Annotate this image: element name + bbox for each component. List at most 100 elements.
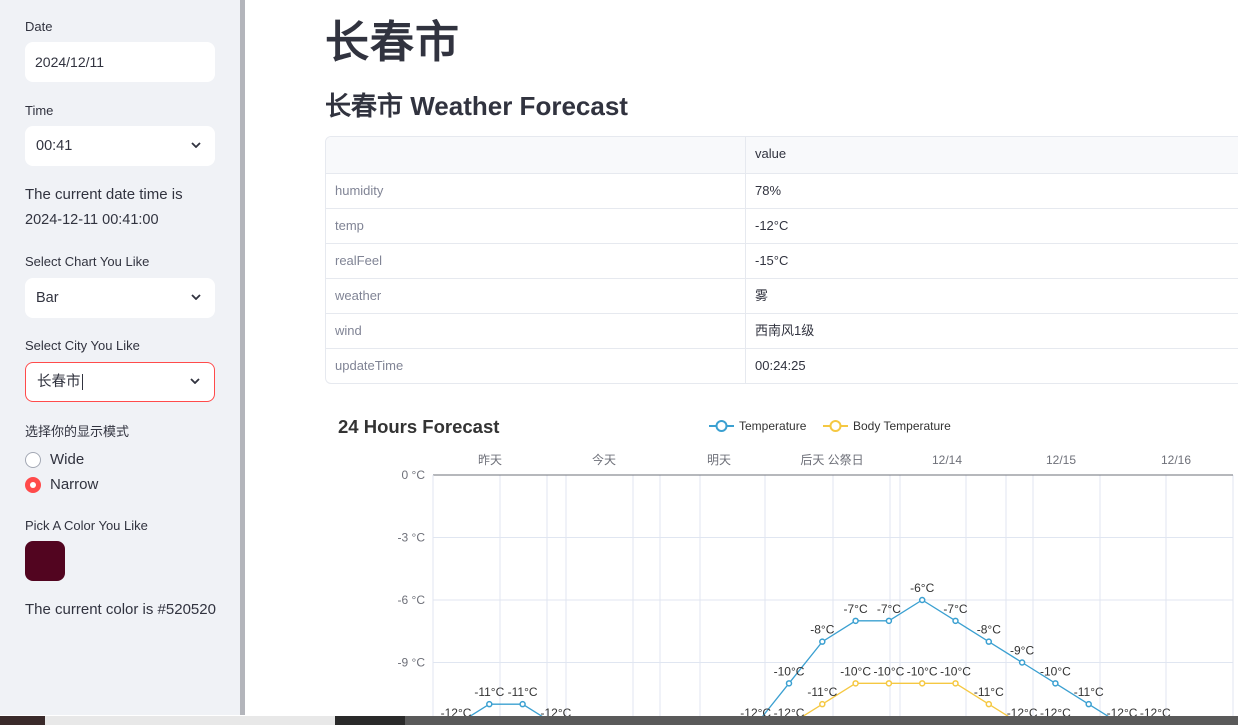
display-mode-label: 选择你的显示模式 <box>25 424 130 439</box>
x-top-tick-label: 明天 <box>707 453 731 467</box>
current-color-text: The current color is #520520 <box>25 601 216 618</box>
date-label: Date <box>25 19 53 34</box>
data-label: -12°C <box>774 706 805 716</box>
x-top-tick-label: 后天 公祭日 <box>800 453 863 467</box>
time-select[interactable]: 00:41 <box>25 126 215 166</box>
data-label: -10°C <box>940 664 971 678</box>
data-label: -12°C <box>441 706 472 716</box>
table-row: updateTime 00:24:25 <box>326 348 1238 383</box>
y-tick-label: -9 °C <box>398 656 426 670</box>
taskbar-window <box>45 716 335 725</box>
x-top-tick-label: 12/16 <box>1161 453 1191 467</box>
data-label: -10°C <box>840 664 871 678</box>
data-label: -11°C <box>974 685 1004 699</box>
date-input[interactable]: 2024/12/11 <box>25 42 215 82</box>
data-point <box>486 700 493 708</box>
y-tick-label: -6 °C <box>398 593 426 607</box>
chart-select[interactable]: Bar <box>25 278 215 318</box>
table-cell-key: humidity <box>326 174 746 208</box>
data-label: -12°C <box>740 706 771 716</box>
table-row: weather 雾 <box>326 278 1238 313</box>
city-select[interactable]: 长春市 <box>25 362 215 402</box>
datetime-text-line1: The current date time is <box>25 186 183 203</box>
taskbar-start <box>0 716 45 725</box>
table-cell-key: temp <box>326 209 746 243</box>
table-cell-key: wind <box>326 314 746 348</box>
series-line <box>469 599 1109 716</box>
radio-circle-selected <box>25 476 41 493</box>
legend-marker <box>715 420 728 432</box>
taskbar-item <box>335 716 405 725</box>
x-top-tick-label: 12/15 <box>1046 453 1076 467</box>
chevron-down-icon <box>191 142 201 148</box>
data-label: -11°C <box>807 685 837 699</box>
city-select-label: Select City You Like <box>25 338 140 353</box>
data-label: -7°C <box>877 602 901 616</box>
data-point <box>1085 700 1092 708</box>
radio-narrow-label: Narrow <box>50 476 99 493</box>
table-cell-key: weather <box>326 279 746 313</box>
data-point <box>985 700 993 708</box>
data-label: -8°C <box>977 623 1001 637</box>
data-point <box>819 700 826 708</box>
table-cell-key: updateTime <box>326 349 746 383</box>
data-label: -7°C <box>943 602 967 616</box>
color-picker-swatch[interactable] <box>25 541 65 581</box>
table-cell-value: 78% <box>755 183 782 198</box>
data-label: -11°C <box>474 685 504 699</box>
table-row: humidity 78% <box>326 173 1238 208</box>
time-select-value: 00:41 <box>36 138 73 154</box>
x-top-tick-label: 12/14 <box>932 453 962 467</box>
legend-label: Temperature <box>739 419 807 433</box>
sidebar: Date 2024/12/11 Time 00:41 The current d… <box>0 0 240 715</box>
table-cell-value: 雾 <box>755 288 769 303</box>
data-label: -11°C <box>508 685 538 699</box>
data-label: -10°C <box>907 664 938 678</box>
page-title: 长春市 <box>325 18 460 67</box>
data-label: -12°C <box>1007 706 1038 716</box>
forecast-subtitle: 长春市 Weather Forecast <box>325 91 628 121</box>
data-point <box>918 680 926 687</box>
data-label: -10°C <box>1040 664 1071 678</box>
data-point <box>985 638 993 645</box>
y-tick-label: 0 °C <box>402 468 426 482</box>
legend-label: Body Temperature <box>853 419 951 433</box>
table-row: wind 西南风1级 <box>326 313 1238 348</box>
x-top-tick-label: 昨天 <box>478 453 502 467</box>
radio-circle <box>25 451 41 468</box>
chevron-down-icon <box>190 378 200 384</box>
radio-wide[interactable]: Wide <box>25 451 84 468</box>
table-header-value: value <box>755 146 787 161</box>
sidebar-resize-handle[interactable] <box>240 0 245 715</box>
table-cell-value: 西南风1级 <box>755 323 815 338</box>
text-caret <box>81 374 83 391</box>
color-picker-label: Pick A Color You Like <box>25 518 148 533</box>
table-cell-key: realFeel <box>326 244 746 278</box>
data-label: -12°C <box>540 706 571 716</box>
data-point <box>785 680 793 687</box>
table-row: temp -12°C <box>326 208 1238 243</box>
data-point <box>1018 659 1026 666</box>
chart-select-label: Select Chart You Like <box>25 254 150 269</box>
radio-wide-label: Wide <box>50 451 85 468</box>
table-row: realFeel -15°C <box>326 243 1238 278</box>
data-label: -6°C <box>910 581 934 595</box>
datetime-text-line2: 2024-12-11 00:41:00 <box>25 212 159 228</box>
table-cell-value: -15°C <box>755 253 789 268</box>
data-label: -9°C <box>1010 644 1034 658</box>
data-label: -12°C <box>1040 706 1071 716</box>
data-point <box>952 617 959 625</box>
chart-select-value: Bar <box>36 290 59 306</box>
data-label: -10°C <box>774 664 805 678</box>
legend-marker <box>829 420 842 432</box>
data-label: -12°C <box>1107 706 1138 716</box>
table-cell-value: 00:24:25 <box>755 358 806 373</box>
y-tick-label: -3 °C <box>398 531 426 545</box>
data-point <box>819 638 826 645</box>
data-point <box>885 680 893 687</box>
radio-narrow[interactable]: Narrow <box>25 476 98 493</box>
table-header-index <box>326 137 746 173</box>
data-label: -8°C <box>810 623 834 637</box>
data-label: -11°C <box>1074 685 1104 699</box>
table-cell-value: -12°C <box>755 218 789 233</box>
